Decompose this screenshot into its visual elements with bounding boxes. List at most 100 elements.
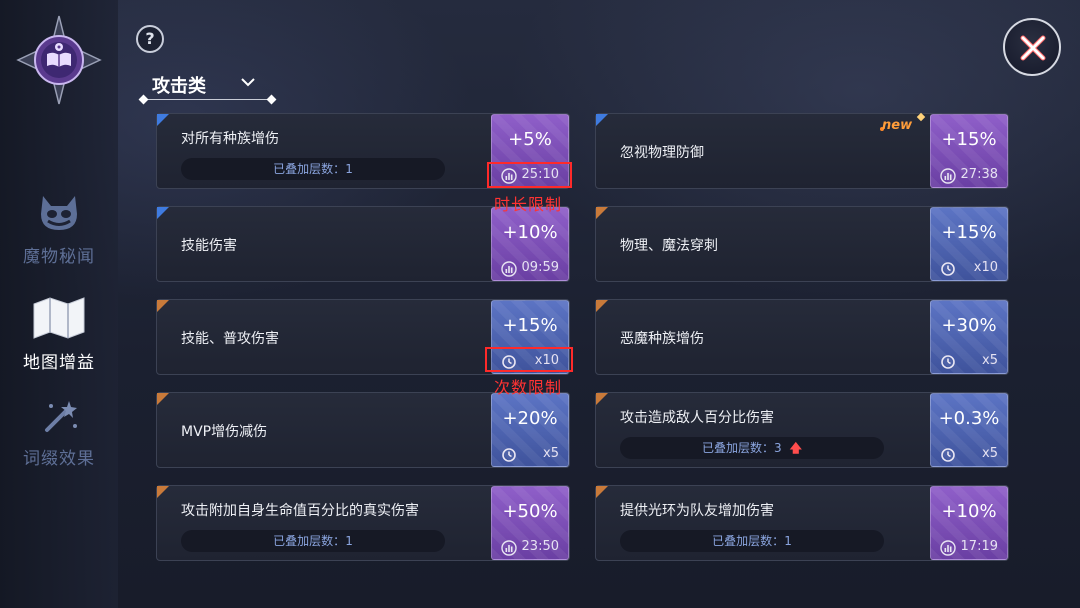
buff-limit-value: x5 — [543, 446, 559, 461]
buff-name: 提供光环为队友增加伤害 — [620, 503, 774, 519]
card-corner-marker — [157, 207, 169, 219]
buff-limit-value: x10 — [973, 260, 998, 275]
stack-label: 已叠加层数： — [712, 534, 785, 548]
nav-item-affix-effects[interactable]: 词缀效果 — [0, 398, 118, 469]
stack-count: 1 — [345, 162, 353, 176]
buff-card[interactable]: 物理、魔法穿刺 +15% x10 — [595, 206, 1009, 282]
stack-count-bar: 已叠加层数：1 — [620, 530, 884, 552]
stack-count: 3 — [774, 441, 782, 455]
buff-name: 技能伤害 — [181, 238, 237, 254]
buff-value-tile: +10% 17:19 — [930, 486, 1008, 560]
buff-value: +0.3% — [938, 408, 1000, 429]
stopwatch-icon — [502, 448, 516, 462]
buff-value: +10% — [502, 222, 558, 243]
close-button[interactable] — [1003, 18, 1061, 76]
stack-label: 已叠加层数： — [273, 534, 346, 548]
buff-card[interactable]: 技能伤害 +10% 09:59 — [156, 206, 570, 282]
card-corner-marker — [157, 486, 169, 498]
buff-name: 对所有种族增伤 — [181, 131, 279, 147]
card-corner-marker — [596, 300, 608, 312]
annotation-box-count — [485, 347, 573, 372]
nav-label-monster-lore: 魔物秘闻 — [23, 247, 95, 267]
buff-limit: x5 — [931, 444, 1007, 466]
buff-value: +15% — [941, 129, 997, 150]
buff-card[interactable]: MVP增伤减伤 +20% x5 — [156, 392, 570, 468]
nav-label-affix-effects: 词缀效果 — [23, 449, 95, 469]
bar-chart-icon — [940, 540, 956, 556]
chevron-down-icon — [241, 78, 255, 87]
buff-limit: x5 — [492, 444, 568, 466]
buff-name: 攻击造成敌人百分比伤害 — [620, 410, 774, 426]
magic-wand-icon — [45, 401, 77, 432]
close-icon — [1020, 35, 1046, 61]
buff-value-tile: +20% x5 — [491, 393, 569, 467]
buff-name: 攻击附加自身生命值百分比的真实伤害 — [181, 503, 419, 519]
buff-name: 技能、普攻伤害 — [181, 331, 279, 347]
buff-value: +20% — [502, 408, 558, 429]
stack-count-bar: 已叠加层数：1 — [181, 530, 445, 552]
card-corner-marker — [157, 300, 169, 312]
map-book-crest-icon — [16, 15, 102, 105]
card-corner-marker — [596, 393, 608, 405]
bar-chart-icon — [940, 168, 956, 184]
buff-value-tile: +0.3% x5 — [930, 393, 1008, 467]
buff-limit: x10 — [931, 258, 1007, 280]
help-button[interactable]: ? — [136, 25, 164, 53]
buff-limit-value: 09:59 — [521, 260, 559, 275]
buff-limit: 17:19 — [931, 537, 1007, 559]
bar-chart-icon — [501, 540, 517, 556]
buff-value: +10% — [941, 501, 997, 522]
buff-card[interactable]: 提供光环为队友增加伤害已叠加层数：1 +10% 17:19 — [595, 485, 1009, 561]
stack-count: 1 — [345, 534, 353, 548]
nav-label-map-buff: 地图增益 — [23, 353, 95, 373]
stack-up-arrow-icon: 🡅 — [789, 441, 802, 455]
buff-limit: 09:59 — [492, 258, 568, 280]
dropdown-underline — [142, 99, 274, 100]
stopwatch-icon — [941, 262, 955, 276]
buff-card[interactable]: 恶魔种族增伤 +30% x5 — [595, 299, 1009, 375]
buff-card[interactable]: 攻击附加自身生命值百分比的真实伤害已叠加层数：1 +50% 23:50 — [156, 485, 570, 561]
buff-card[interactable]: 忽视物理防御 +15% 27:38 — [595, 113, 1009, 189]
buff-limit-value: 17:19 — [960, 539, 998, 554]
buff-value: +15% — [502, 315, 558, 336]
buff-card[interactable]: 攻击造成敌人百分比伤害 已叠加层数：3 🡅 +0.3% x5 — [595, 392, 1009, 468]
card-corner-marker — [157, 393, 169, 405]
buff-limit-value: x5 — [982, 353, 998, 368]
category-dropdown[interactable]: 攻击类 — [138, 68, 277, 105]
map-icon — [33, 297, 85, 339]
buff-limit: 27:38 — [931, 165, 1007, 187]
buff-limit: 23:50 — [492, 537, 568, 559]
buff-limit-value: 23:50 — [521, 539, 559, 554]
buff-name: 物理、魔法穿刺 — [620, 238, 718, 254]
stack-count-bar: 已叠加层数：1 — [181, 158, 445, 180]
buff-limit-value: x5 — [982, 446, 998, 461]
buff-limit-value: 27:38 — [960, 167, 998, 182]
buff-value-tile: +10% 09:59 — [491, 207, 569, 281]
card-corner-marker — [596, 114, 608, 126]
buff-limit: x5 — [931, 351, 1007, 373]
underline-end-marker — [138, 94, 149, 105]
stack-count-bar: 已叠加层数：3 🡅 — [620, 437, 884, 459]
annotation-count-limit: 次数限制 — [494, 378, 563, 397]
category-selected: 攻击类 — [152, 76, 206, 97]
buff-value-tile: +30% x5 — [930, 300, 1008, 374]
stack-count: 1 — [784, 534, 792, 548]
card-corner-marker — [157, 114, 169, 126]
card-corner-marker — [596, 486, 608, 498]
stopwatch-icon — [941, 355, 955, 369]
stopwatch-icon — [941, 448, 955, 462]
stack-label: 已叠加层数： — [273, 162, 346, 176]
new-badge: new — [882, 118, 913, 133]
buff-name: MVP增伤减伤 — [181, 424, 268, 440]
buff-name: 恶魔种族增伤 — [620, 331, 704, 347]
buff-value: +30% — [941, 315, 997, 336]
buff-value: +5% — [508, 129, 552, 150]
annotation-box-duration — [487, 162, 572, 188]
nav-item-map-buff[interactable]: 地图增益 — [0, 296, 118, 373]
buff-value: +50% — [502, 501, 558, 522]
buff-name: 忽视物理防御 — [620, 145, 704, 161]
side-nav: 魔物秘闻 地图增益 词缀效果 — [0, 0, 118, 608]
nav-item-monster-lore[interactable]: 魔物秘闻 — [0, 192, 118, 267]
annotation-duration-limit: 时长限制 — [494, 195, 563, 214]
card-corner-marker — [596, 207, 608, 219]
